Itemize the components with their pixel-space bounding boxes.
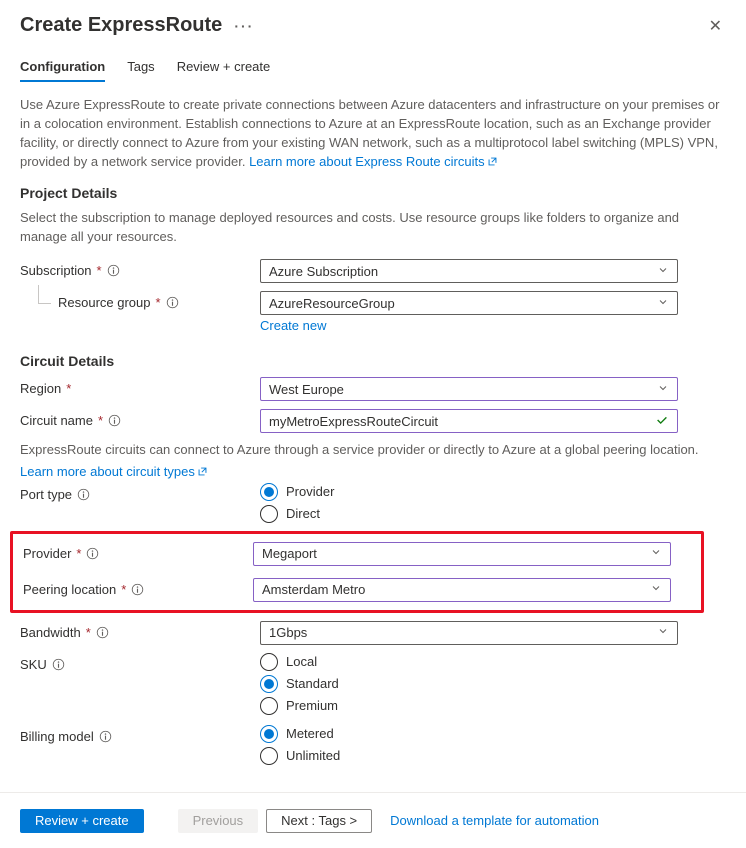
project-details-sub: Select the subscription to manage deploy… (20, 209, 726, 247)
close-button[interactable]: ✕ (705, 16, 726, 36)
info-icon[interactable] (96, 626, 109, 639)
external-link-icon (197, 465, 208, 476)
info-icon[interactable] (99, 730, 112, 743)
billing-model-label: Billing model (20, 729, 94, 744)
more-options-button[interactable]: ··· (234, 18, 254, 34)
region-select[interactable]: West Europe (260, 377, 678, 401)
info-icon[interactable] (131, 583, 144, 596)
chevron-down-icon (650, 582, 662, 597)
sku-standard-radio[interactable]: Standard (260, 675, 678, 693)
info-icon[interactable] (107, 264, 120, 277)
tab-review[interactable]: Review + create (177, 55, 271, 82)
check-icon (655, 413, 669, 430)
provider-label: Provider (23, 546, 71, 561)
sku-local-radio[interactable]: Local (260, 653, 678, 671)
bandwidth-select[interactable]: 1Gbps (260, 621, 678, 645)
subscription-label: Subscription (20, 263, 92, 278)
resource-group-label: Resource group (58, 295, 151, 310)
sku-premium-radio[interactable]: Premium (260, 697, 678, 715)
previous-button: Previous (178, 809, 259, 833)
port-type-provider-radio[interactable]: Provider (260, 483, 678, 501)
circuit-name-label: Circuit name (20, 413, 93, 428)
region-label: Region (20, 381, 61, 396)
intro-text: Use Azure ExpressRoute to create private… (20, 96, 726, 171)
info-icon[interactable] (86, 547, 99, 560)
chevron-down-icon (650, 546, 662, 561)
required-icon: * (121, 582, 126, 597)
port-type-label: Port type (20, 487, 72, 502)
port-type-direct-radio[interactable]: Direct (260, 505, 678, 523)
learn-more-circuit-types-link[interactable]: Learn more about circuit types (20, 464, 208, 479)
required-icon: * (66, 381, 71, 396)
required-icon: * (98, 413, 103, 428)
provider-select[interactable]: Megaport (253, 542, 671, 566)
circuit-note: ExpressRoute circuits can connect to Azu… (20, 441, 726, 460)
bandwidth-label: Bandwidth (20, 625, 81, 640)
wizard-footer: Review + create Previous Next : Tags > D… (0, 792, 746, 848)
sku-radio-group: Local Standard Premium (260, 653, 678, 715)
download-template-link[interactable]: Download a template for automation (390, 813, 599, 828)
info-icon[interactable] (52, 658, 65, 671)
review-create-button[interactable]: Review + create (20, 809, 144, 833)
circuit-name-input[interactable]: myMetroExpressRouteCircuit (260, 409, 678, 433)
project-details-heading: Project Details (20, 185, 726, 201)
peering-location-select[interactable]: Amsterdam Metro (253, 578, 671, 602)
create-new-rg-link[interactable]: Create new (260, 318, 326, 333)
chevron-down-icon (657, 296, 669, 311)
external-link-icon (487, 154, 498, 165)
required-icon: * (76, 546, 81, 561)
chevron-down-icon (657, 264, 669, 279)
info-icon[interactable] (77, 488, 90, 501)
chevron-down-icon (657, 382, 669, 397)
info-icon[interactable] (108, 414, 121, 427)
tab-tags[interactable]: Tags (127, 55, 154, 82)
info-icon[interactable] (166, 296, 179, 309)
provider-peering-highlight: Provider * Megaport Peering location * A… (10, 531, 704, 613)
billing-unlimited-radio[interactable]: Unlimited (260, 747, 678, 765)
port-type-radio-group: Provider Direct (260, 483, 678, 523)
tab-configuration[interactable]: Configuration (20, 55, 105, 82)
chevron-down-icon (657, 625, 669, 640)
learn-more-circuits-link[interactable]: Learn more about Express Route circuits (249, 154, 498, 169)
tab-bar: Configuration Tags Review + create (20, 55, 726, 82)
billing-radio-group: Metered Unlimited (260, 725, 678, 765)
sku-label: SKU (20, 657, 47, 672)
next-button[interactable]: Next : Tags > (266, 809, 372, 833)
required-icon: * (97, 263, 102, 278)
resource-group-select[interactable]: AzureResourceGroup (260, 291, 678, 315)
subscription-select[interactable]: Azure Subscription (260, 259, 678, 283)
required-icon: * (156, 295, 161, 310)
peering-location-label: Peering location (23, 582, 116, 597)
page-title: Create ExpressRoute (20, 14, 222, 37)
required-icon: * (86, 625, 91, 640)
billing-metered-radio[interactable]: Metered (260, 725, 678, 743)
circuit-details-heading: Circuit Details (20, 353, 726, 369)
